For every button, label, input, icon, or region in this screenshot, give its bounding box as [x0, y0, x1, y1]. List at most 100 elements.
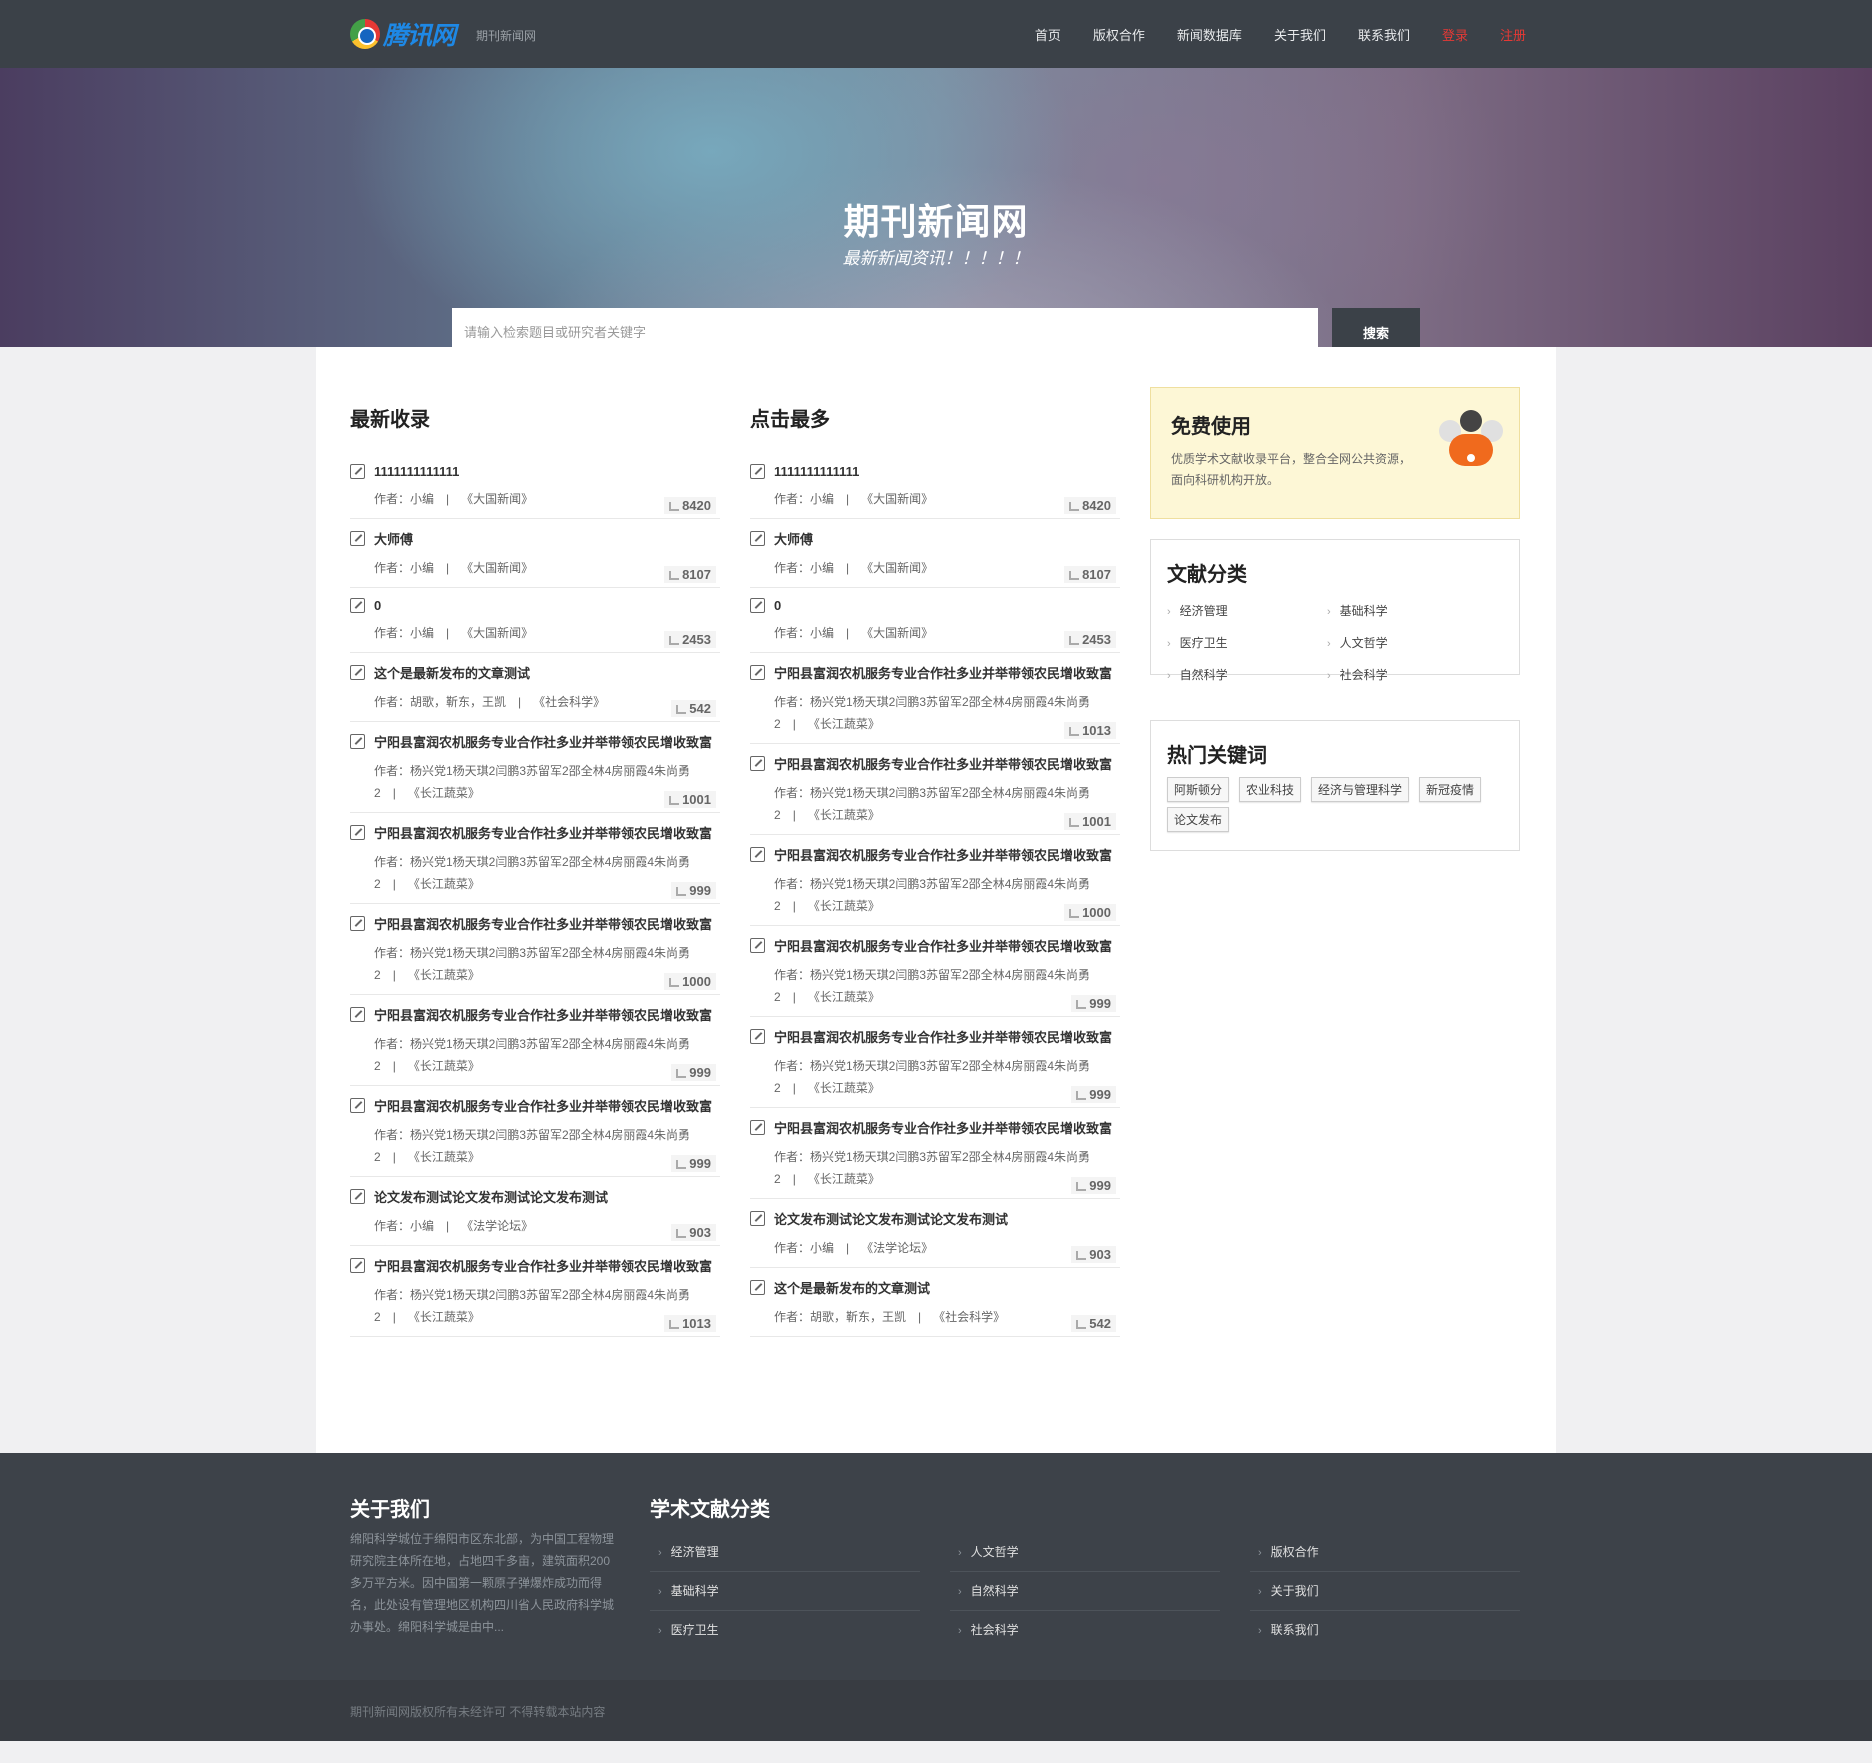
article-item[interactable]: 宁阳县富润农机服务专业合作社多业并举带领农民增收致富 作者：杨兴党1杨天琪2闫鹏3…: [750, 926, 1120, 1017]
footer-link-label: 社会科学: [970, 1623, 1019, 1637]
article-title[interactable]: 0: [774, 598, 781, 613]
article-title[interactable]: 大师傅: [774, 529, 813, 548]
article-title[interactable]: 宁阳县富润农机服务专业合作社多业并举带领农民增收致富: [774, 845, 1112, 864]
like-count-value: 999: [689, 883, 711, 898]
footer-link[interactable]: › 医疗卫生: [650, 1611, 920, 1650]
article-author: 作者：小编: [374, 626, 435, 640]
keyword-tag[interactable]: 农业科技: [1239, 777, 1302, 802]
category-link[interactable]: › 人文哲学: [1327, 627, 1487, 659]
article-title[interactable]: 宁阳县富润农机服务专业合作社多业并举带领农民增收致富: [374, 914, 712, 933]
article-title[interactable]: 宁阳县富润农机服务专业合作社多业并举带领农民增收致富: [374, 823, 712, 842]
like-count: 903: [1071, 1246, 1116, 1263]
article-author: 作者：小编: [774, 561, 835, 575]
nav-link[interactable]: 关于我们: [1274, 25, 1326, 44]
footer-link[interactable]: › 关于我们: [1250, 1572, 1520, 1611]
article-item[interactable]: 0 作者：小编 | 《大国新闻》 2453: [350, 588, 720, 653]
article-item[interactable]: 宁阳县富润农机服务专业合作社多业并举带领农民增收致富 作者：杨兴党1杨天琪2闫鹏3…: [350, 1246, 720, 1337]
article-title-row: 论文发布测试论文发布测试论文发布测试: [350, 1177, 720, 1206]
article-meta: 作者：杨兴党1杨天琪2闫鹏3苏留军2邵全林4房丽霞4朱尚勇2 | 《长江蔬菜》: [774, 1137, 1120, 1190]
meta-separator: |: [446, 626, 450, 640]
article-item[interactable]: 1111111111111 作者：小编 | 《大国新闻》 8420: [350, 454, 720, 519]
footer-category-title: 学术文献分类: [650, 1499, 770, 1521]
keyword-tag[interactable]: 论文发布: [1167, 807, 1230, 832]
article-item[interactable]: 这个是最新发布的文章测试 作者：胡歌，靳东，王凯 | 《社会科学》 542: [350, 653, 720, 722]
article-title[interactable]: 宁阳县富润农机服务专业合作社多业并举带领农民增收致富: [374, 1256, 712, 1275]
like-count-value: 1000: [1082, 905, 1111, 920]
latest-column: 最新收录 1111111111111 作者：小编 | 《大国新闻》 8420 大师傅 作者：…: [350, 347, 720, 1337]
thumb-up-icon: [676, 1160, 687, 1169]
keyword-tag[interactable]: 新冠疫情: [1419, 777, 1482, 802]
article-title[interactable]: 宁阳县富润农机服务专业合作社多业并举带领农民增收致富: [774, 936, 1112, 955]
footer-link[interactable]: › 自然科学: [950, 1572, 1220, 1611]
footer-link[interactable]: › 社会科学: [950, 1611, 1220, 1650]
copyright-bar: 期刊新闻网版权所有未经许可 不得转载本站内容: [0, 1680, 1872, 1741]
nav-link[interactable]: 联系我们: [1358, 25, 1410, 44]
article-item[interactable]: 大师傅 作者：小编 | 《大国新闻》 8107: [750, 519, 1120, 588]
footer-link[interactable]: › 经济管理: [650, 1533, 920, 1572]
article-item[interactable]: 宁阳县富润农机服务专业合作社多业并举带领农民增收致富 作者：杨兴党1杨天琪2闫鹏3…: [750, 1108, 1120, 1199]
keyword-tag[interactable]: 经济与管理科学: [1311, 777, 1410, 802]
article-title[interactable]: 宁阳县富润农机服务专业合作社多业并举带领农民增收致富: [774, 1118, 1112, 1137]
category-link[interactable]: › 自然科学: [1167, 659, 1327, 691]
keyword-tag[interactable]: 阿斯顿分: [1167, 777, 1230, 802]
article-item[interactable]: 这个是最新发布的文章测试 作者：胡歌，靳东，王凯 | 《社会科学》 542: [750, 1268, 1120, 1337]
article-title[interactable]: 论文发布测试论文发布测试论文发布测试: [774, 1209, 1008, 1228]
edit-icon: [750, 1280, 765, 1295]
article-title-row: 宁阳县富润农机服务专业合作社多业并举带领农民增收致富: [750, 1017, 1120, 1046]
category-link[interactable]: › 医疗卫生: [1167, 627, 1327, 659]
article-item[interactable]: 宁阳县富润农机服务专业合作社多业并举带领农民增收致富 作者：杨兴党1杨天琪2闫鹏3…: [350, 722, 720, 813]
article-item[interactable]: 宁阳县富润农机服务专业合作社多业并举带领农民增收致富 作者：杨兴党1杨天琪2闫鹏3…: [350, 995, 720, 1086]
footer-link-label: 自然科学: [970, 1584, 1019, 1598]
article-title-row: 0: [350, 588, 720, 613]
footer-link[interactable]: › 基础科学: [650, 1572, 920, 1611]
thumb-up-icon: [1069, 636, 1080, 645]
nav-link[interactable]: 登录: [1442, 25, 1468, 44]
like-count-value: 2453: [1082, 632, 1111, 647]
nav-link[interactable]: 新闻数据库: [1177, 25, 1242, 44]
category-link[interactable]: › 社会科学: [1327, 659, 1487, 691]
category-link[interactable]: › 经济管理: [1167, 595, 1327, 627]
article-title[interactable]: 宁阳县富润农机服务专业合作社多业并举带领农民增收致富: [374, 1005, 712, 1024]
nav-link[interactable]: 首页: [1035, 25, 1061, 44]
meta-separator: |: [392, 1059, 396, 1073]
article-title[interactable]: 1111111111111: [374, 464, 459, 479]
article-item[interactable]: 论文发布测试论文发布测试论文发布测试 作者：小编 | 《法学论坛》 903: [350, 1177, 720, 1246]
article-title[interactable]: 宁阳县富润农机服务专业合作社多业并举带领农民增收致富: [774, 754, 1112, 773]
footer-about: 关于我们 绵阳科学城位于绵阳市区东北部，为中国工程物理研究院主体所在地，占地四千…: [350, 1493, 620, 1638]
nav-link[interactable]: 注册: [1500, 25, 1526, 44]
site-logo[interactable]: 腾讯网: [350, 17, 456, 51]
category-link[interactable]: › 基础科学: [1327, 595, 1487, 627]
article-item[interactable]: 论文发布测试论文发布测试论文发布测试 作者：小编 | 《法学论坛》 903: [750, 1199, 1120, 1268]
article-title[interactable]: 这个是最新发布的文章测试: [774, 1278, 930, 1297]
article-item[interactable]: 1111111111111 作者：小编 | 《大国新闻》 8420: [750, 454, 1120, 519]
article-item[interactable]: 宁阳县富润农机服务专业合作社多业并举带领农民增收致富 作者：杨兴党1杨天琪2闫鹏3…: [750, 835, 1120, 926]
article-item[interactable]: 宁阳县富润农机服务专业合作社多业并举带领农民增收致富 作者：杨兴党1杨天琪2闫鹏3…: [750, 1017, 1120, 1108]
article-item[interactable]: 大师傅 作者：小编 | 《大国新闻》 8107: [350, 519, 720, 588]
chevron-right-icon: ›: [1167, 606, 1171, 618]
like-count: 999: [671, 882, 716, 899]
article-item[interactable]: 宁阳县富润农机服务专业合作社多业并举带领农民增收致富 作者：杨兴党1杨天琪2闫鹏3…: [350, 1086, 720, 1177]
article-title[interactable]: 宁阳县富润农机服务专业合作社多业并举带领农民增收致富: [774, 1027, 1112, 1046]
article-title[interactable]: 1111111111111: [774, 464, 859, 479]
article-title[interactable]: 宁阳县富润农机服务专业合作社多业并举带领农民增收致富: [374, 732, 712, 751]
article-title[interactable]: 这个是最新发布的文章测试: [374, 663, 530, 682]
footer-link[interactable]: › 联系我们: [1250, 1611, 1520, 1650]
article-title[interactable]: 大师傅: [374, 529, 413, 548]
article-item[interactable]: 宁阳县富润农机服务专业合作社多业并举带领农民增收致富 作者：杨兴党1杨天琪2闫鹏3…: [750, 744, 1120, 835]
article-title[interactable]: 论文发布测试论文发布测试论文发布测试: [374, 1187, 608, 1206]
article-item[interactable]: 宁阳县富润农机服务专业合作社多业并举带领农民增收致富 作者：杨兴党1杨天琪2闫鹏3…: [350, 813, 720, 904]
article-title[interactable]: 宁阳县富润农机服务专业合作社多业并举带领农民增收致富: [374, 1096, 712, 1115]
footer-link[interactable]: › 人文哲学: [950, 1533, 1220, 1572]
thumb-up-icon: [1069, 818, 1080, 827]
search-button[interactable]: 搜索: [1332, 308, 1420, 347]
chevron-right-icon: ›: [658, 1547, 662, 1559]
article-item[interactable]: 宁阳县富润农机服务专业合作社多业并举带领农民增收致富 作者：杨兴党1杨天琪2闫鹏3…: [350, 904, 720, 995]
article-item[interactable]: 0 作者：小编 | 《大国新闻》 2453: [750, 588, 1120, 653]
search-input[interactable]: [452, 308, 1318, 347]
article-item[interactable]: 宁阳县富润农机服务专业合作社多业并举带领农民增收致富 作者：杨兴党1杨天琪2闫鹏3…: [750, 653, 1120, 744]
meta-separator: |: [392, 786, 396, 800]
nav-link[interactable]: 版权合作: [1093, 25, 1145, 44]
footer-link[interactable]: › 版权合作: [1250, 1533, 1520, 1572]
article-title[interactable]: 0: [374, 598, 381, 613]
article-title[interactable]: 宁阳县富润农机服务专业合作社多业并举带领农民增收致富: [774, 663, 1112, 682]
